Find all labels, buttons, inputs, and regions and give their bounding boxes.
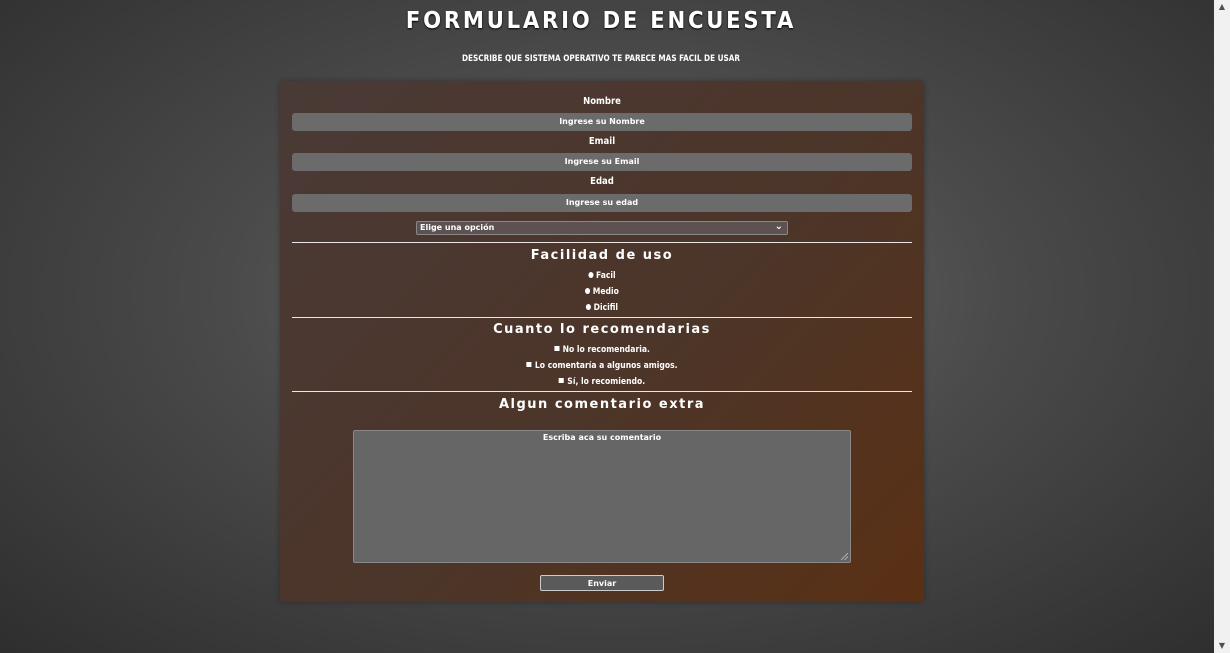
scroll-up-arrow-icon[interactable]: ▲ bbox=[1214, 0, 1230, 14]
page: FORMULARIO DE ENCUESTA DESCRIBE QUE SIST… bbox=[0, 0, 1214, 653]
radio-icon[interactable] bbox=[588, 271, 594, 278]
age-input[interactable] bbox=[292, 194, 912, 212]
radio-icon[interactable] bbox=[585, 303, 592, 310]
radio-label: Dicifil bbox=[593, 303, 619, 313]
comment-section-title: Algun comentario extra bbox=[498, 397, 706, 412]
checkbox-label: No lo recomendaria. bbox=[562, 345, 650, 355]
checkbox-label: Sí, lo recomiendo. bbox=[567, 377, 646, 387]
scroll-down-arrow-icon[interactable]: ▼ bbox=[1214, 639, 1230, 653]
recommend-section-title: Cuanto lo recomendarias bbox=[493, 322, 711, 337]
vertical-scrollbar[interactable]: ▲ ▼ bbox=[1214, 0, 1230, 653]
divider bbox=[292, 317, 912, 318]
page-subtitle: DESCRIBE QUE SISTEMA OPERATIVO TE PARECE… bbox=[461, 54, 741, 64]
checkbox-option-yes[interactable]: Sí, lo recomiendo. bbox=[328, 377, 875, 387]
ease-section-title: Facilidad de uso bbox=[530, 248, 674, 263]
checkbox-label: Lo comentaría a algunos amigos. bbox=[534, 361, 678, 371]
page-title: FORMULARIO DE ENCUESTA bbox=[405, 8, 797, 34]
comment-placeholder: Escriba aca su comentario bbox=[542, 433, 662, 442]
checkbox-option-some-friends[interactable]: Lo comentaría a algunos amigos. bbox=[328, 361, 875, 371]
comment-textarea[interactable]: Escriba aca su comentario bbox=[353, 430, 851, 563]
radio-label: Medio bbox=[592, 287, 619, 297]
checkbox-icon[interactable] bbox=[554, 346, 560, 351]
name-label: Nombre bbox=[583, 96, 621, 107]
radio-option-easy[interactable]: Facil bbox=[328, 271, 875, 281]
name-input[interactable] bbox=[292, 113, 912, 131]
os-select-value: Elige una opción bbox=[420, 223, 495, 232]
divider bbox=[292, 391, 912, 392]
survey-form: Nombre Email Edad Elige una opción ⌄ Fac… bbox=[280, 81, 924, 602]
radio-option-medium[interactable]: Medio bbox=[328, 287, 875, 297]
submit-button[interactable]: Enviar bbox=[540, 575, 664, 591]
radio-label: Facil bbox=[595, 271, 616, 281]
checkbox-icon[interactable] bbox=[526, 362, 532, 367]
radio-option-difficult[interactable]: Dicifil bbox=[328, 303, 875, 313]
resize-grip-icon[interactable] bbox=[841, 553, 848, 560]
email-input[interactable] bbox=[292, 153, 912, 171]
chevron-down-icon: ⌄ bbox=[774, 221, 783, 232]
os-select[interactable]: Elige una opción ⌄ bbox=[416, 221, 788, 235]
checkbox-icon[interactable] bbox=[558, 378, 564, 383]
divider bbox=[292, 242, 912, 243]
age-label: Edad bbox=[590, 176, 614, 187]
radio-icon[interactable] bbox=[585, 287, 591, 294]
checkbox-option-no[interactable]: No lo recomendaria. bbox=[328, 345, 875, 355]
email-label: Email bbox=[588, 136, 616, 147]
